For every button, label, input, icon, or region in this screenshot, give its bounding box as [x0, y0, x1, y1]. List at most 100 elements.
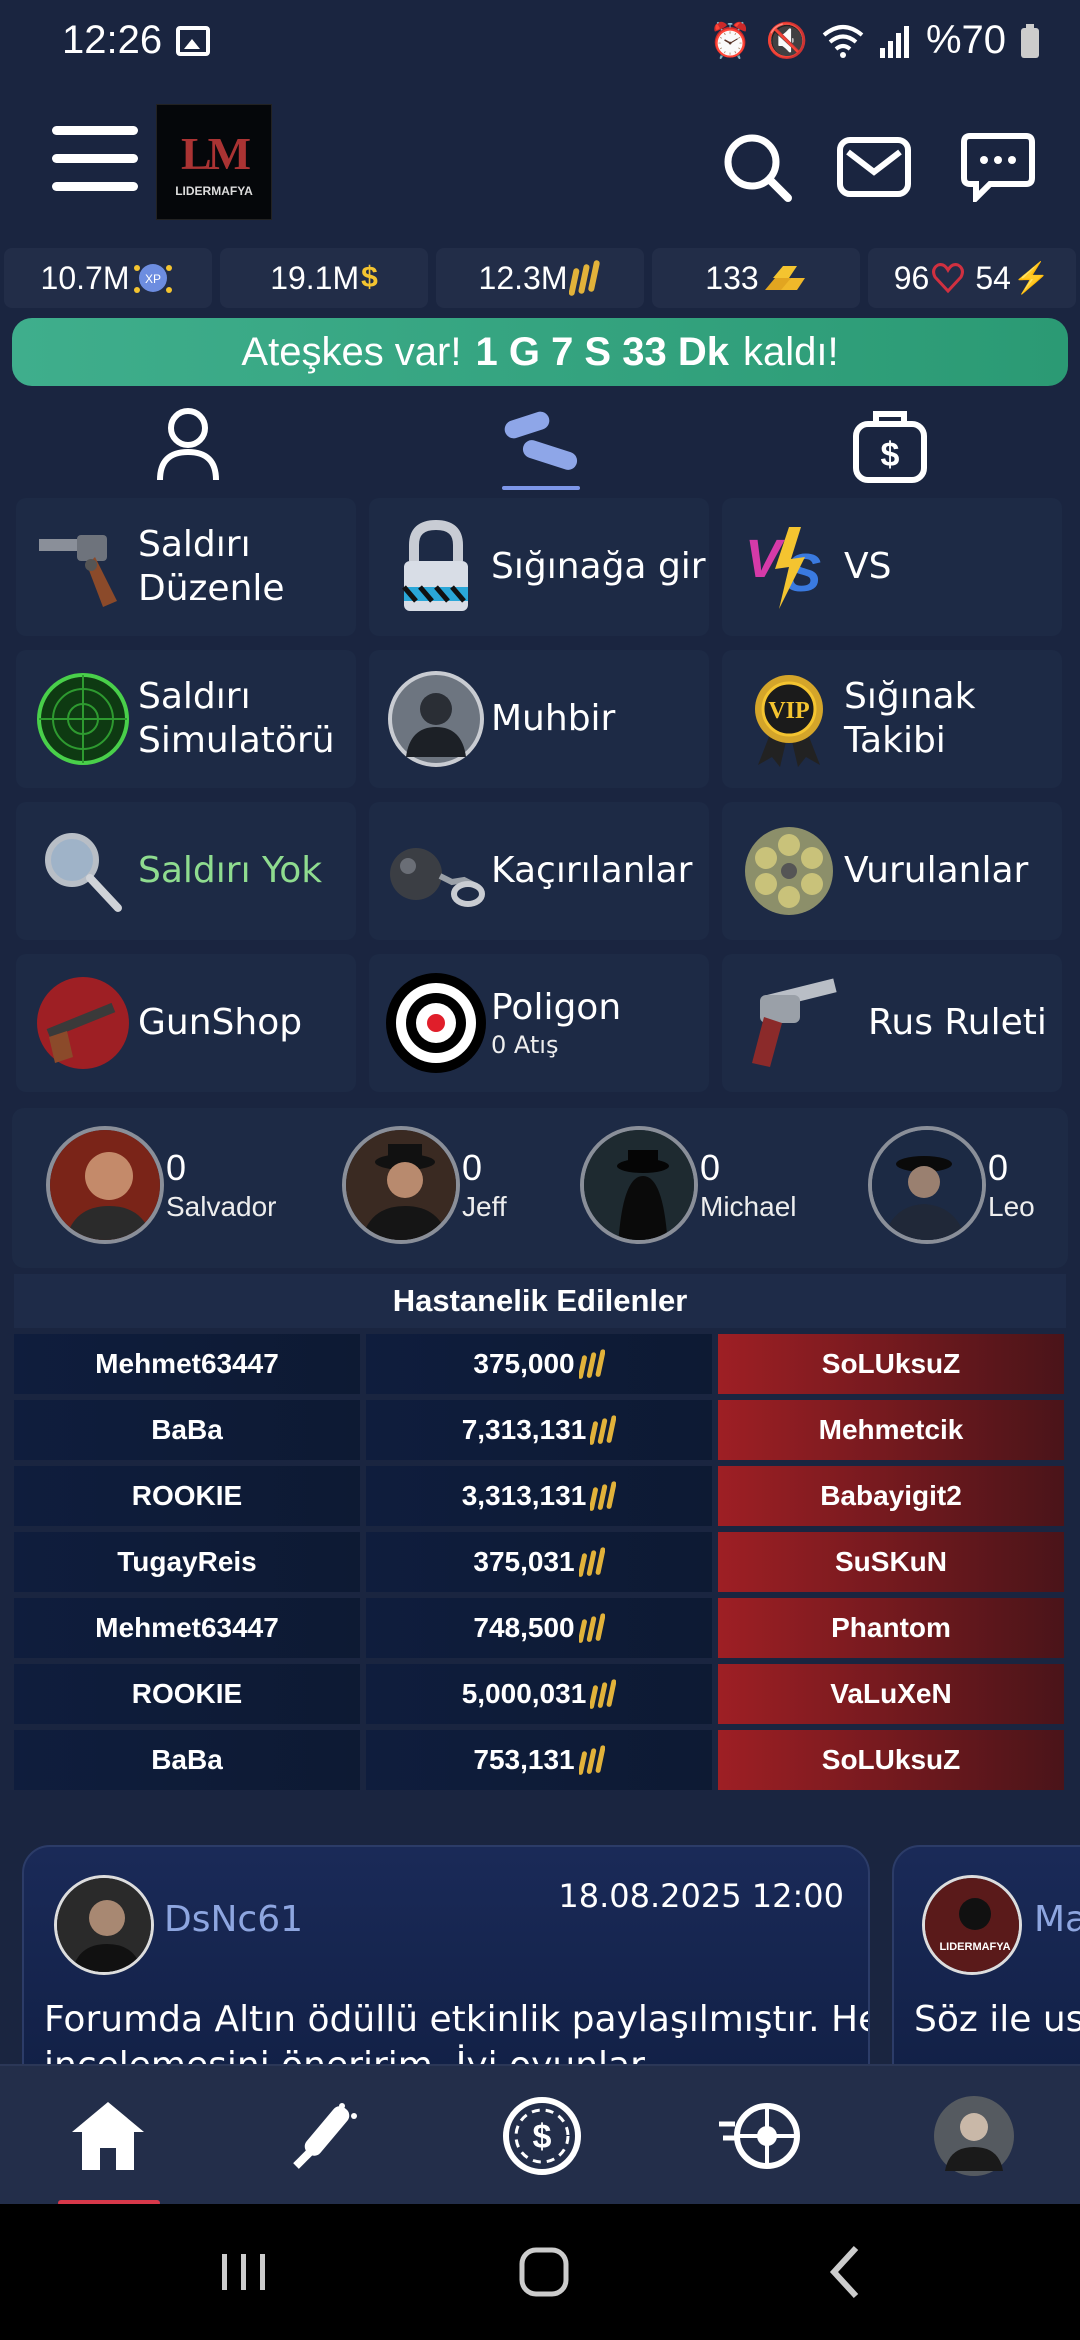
amount-cell: 5,000,031: [366, 1664, 712, 1724]
informant-icon: [381, 664, 491, 774]
victim-cell[interactable]: Phantom: [718, 1598, 1064, 1658]
ceasefire-banner: Ateşkes var! 1 G 7 S 33 Dk kaldı!: [12, 318, 1068, 386]
boss-panel: 0 Salvador 0 Jeff 0 Michael 0 Leo: [12, 1108, 1068, 1268]
padlock-icon: [381, 512, 491, 622]
tile-label: Saldırı Simulatörü: [138, 676, 335, 761]
tile-polygon[interactable]: Poligon 0 Atış: [369, 954, 709, 1092]
bullets-icon: [569, 260, 601, 296]
boss-leo[interactable]: 0 Leo: [868, 1126, 1035, 1244]
tile-label: GunShop: [138, 1002, 303, 1043]
attacker-cell[interactable]: Mehmet63447: [14, 1598, 360, 1658]
app-logo: LM LIDERMAFYA: [156, 104, 272, 220]
boss-salvador[interactable]: 0 Salvador: [46, 1126, 277, 1244]
stat-value: 12.3M: [478, 259, 568, 296]
amount-value: 753,131: [473, 1744, 575, 1775]
home-button-icon[interactable]: [504, 2232, 584, 2312]
tile-russian-roulette[interactable]: Rus Ruleti: [722, 954, 1062, 1092]
cylinder-icon: [734, 816, 844, 926]
back-icon[interactable]: [808, 2232, 888, 2312]
tile-vs[interactable]: VS VS: [722, 498, 1062, 636]
news-author[interactable]: Ma: [1034, 1899, 1080, 1940]
tile-label: Vurulanlar: [844, 850, 1029, 891]
victim-cell[interactable]: Babayigit2: [718, 1466, 1064, 1526]
attacker-cell[interactable]: ROOKIE: [14, 1466, 360, 1526]
menu-icon-bar: [52, 182, 138, 191]
attacker-cell[interactable]: TugayReis: [14, 1532, 360, 1592]
nav-profile[interactable]: [924, 2086, 1024, 2186]
victim-name: SoLUksuZ: [821, 1744, 961, 1775]
tab-weapons[interactable]: [492, 398, 592, 494]
attacker-cell[interactable]: ROOKIE: [14, 1664, 360, 1724]
image-icon: [176, 26, 210, 56]
nav-weapons[interactable]: [274, 2086, 374, 2186]
stat-health-energy[interactable]: 96 54 ⚡: [868, 248, 1076, 308]
stat-bullets[interactable]: 12.3M: [436, 248, 644, 308]
stat-money[interactable]: 19.1M $: [220, 248, 428, 308]
tile-label: Saldırı Yok: [138, 850, 323, 891]
hospital-title: Hastanelik Edilenler: [14, 1274, 1066, 1328]
nav-casino[interactable]: $: [492, 2086, 592, 2186]
boss-count: 0: [462, 1147, 483, 1188]
tile-attack-simulator[interactable]: Saldırı Simulatörü: [16, 650, 356, 788]
amount-value: 375,000: [473, 1348, 575, 1379]
banner-prefix: Ateşkes var!: [241, 329, 462, 374]
radar-icon: [28, 664, 138, 774]
recents-icon[interactable]: [204, 2232, 284, 2312]
status-time: 12:26: [62, 18, 163, 62]
money-bag-icon[interactable]: $: [840, 398, 940, 494]
tile-shot[interactable]: Vurulanlar: [722, 802, 1062, 940]
attacker-cell[interactable]: BaBa: [14, 1730, 360, 1790]
tile-informant[interactable]: Muhbir: [369, 650, 709, 788]
boss-michael[interactable]: 0 Michael: [580, 1126, 796, 1244]
gunshop-icon: [28, 968, 138, 1078]
chat-icon[interactable]: [960, 132, 1036, 202]
mail-icon[interactable]: [836, 132, 912, 202]
stat-gold[interactable]: 133: [652, 248, 860, 308]
attacker-name: ROOKIE: [131, 1678, 243, 1709]
tile-enter-shelter[interactable]: Sığınağa gir: [369, 498, 709, 636]
victim-cell[interactable]: SuSKuN: [718, 1532, 1064, 1592]
news-line: Söz ile usla: [914, 1999, 1080, 2040]
attacker-cell[interactable]: BaBa: [14, 1400, 360, 1460]
bullets-icon: [578, 1613, 605, 1643]
victim-cell[interactable]: VaLuXeN: [718, 1664, 1064, 1724]
victim-cell[interactable]: Mehmetcik: [718, 1400, 1064, 1460]
tile-kidnapped[interactable]: Kaçırılanlar: [369, 802, 709, 940]
banner-suffix: kaldı!: [742, 329, 839, 374]
news-author[interactable]: DsNc61: [164, 1899, 303, 1940]
author-avatar: LIDERMAFYA: [922, 1875, 1022, 1975]
resource-stats: 10.7M XP 19.1M $ 12.3M 133 96 54 ⚡: [0, 248, 1080, 308]
svg-text:XP: XP: [145, 272, 161, 286]
home-icon: [72, 2102, 144, 2170]
profile-icon[interactable]: [138, 398, 238, 494]
nav-home[interactable]: [58, 2086, 160, 2206]
signal-icon: [879, 25, 909, 58]
avatar: [46, 1126, 164, 1244]
victim-cell[interactable]: SoLUksuZ: [718, 1730, 1064, 1790]
status-bar: 12:26 ⏰ 🔇 %70: [0, 0, 1080, 82]
nav-racing[interactable]: [710, 2086, 810, 2186]
boss-count: 0: [700, 1147, 721, 1188]
table-row: TugayReis 375,031 SuSKuN: [14, 1532, 1066, 1592]
stat-xp[interactable]: 10.7M XP: [4, 248, 212, 308]
tile-label: Sığınağa gir: [491, 546, 706, 587]
search-icon[interactable]: [720, 132, 796, 202]
boss-jeff[interactable]: 0 Jeff: [342, 1126, 507, 1244]
victim-cell[interactable]: SoLUksuZ: [718, 1334, 1064, 1394]
system-nav: [0, 2204, 1080, 2340]
tile-gunshop[interactable]: GunShop: [16, 954, 356, 1092]
tile-edit-attack[interactable]: Saldırı Düzenle: [16, 498, 356, 636]
vip-badge-icon: VIP: [734, 664, 844, 774]
table-row: BaBa 7,313,131 Mehmetcik: [14, 1400, 1066, 1460]
status-icons: ⏰ 🔇 %70: [709, 18, 1040, 63]
xp-icon: XP: [134, 264, 173, 293]
stat-value: 10.7M: [40, 259, 130, 296]
menu-button[interactable]: [52, 122, 138, 194]
stat-value: 96: [893, 259, 930, 296]
victim-name: Mehmetcik: [818, 1414, 964, 1445]
amount-value: 748,500: [473, 1612, 575, 1643]
boss-name: Salvador: [166, 1191, 277, 1222]
tile-no-attack[interactable]: Saldırı Yok: [16, 802, 356, 940]
tile-shelter-tracking[interactable]: VIP Sığınak Takibi: [722, 650, 1062, 788]
attacker-cell[interactable]: Mehmet63447: [14, 1334, 360, 1394]
